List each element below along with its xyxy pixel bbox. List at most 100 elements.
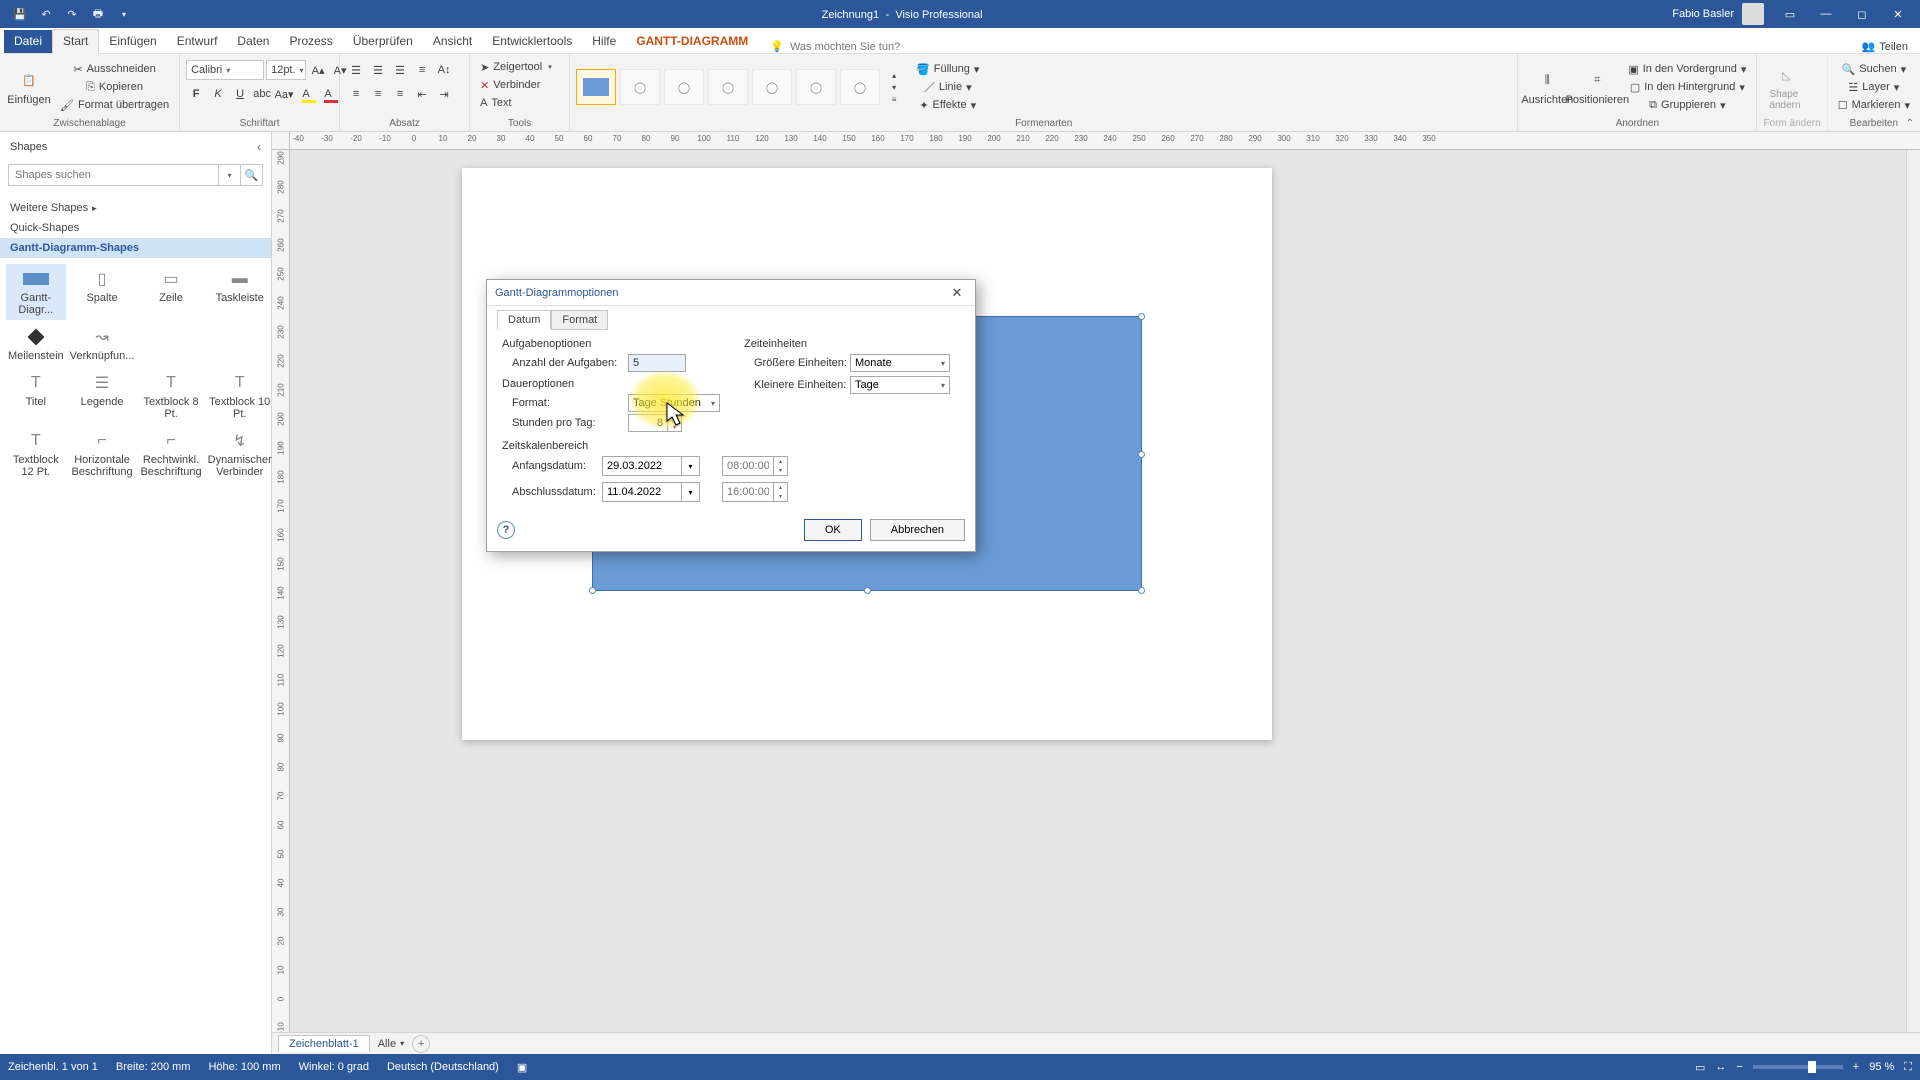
redo-icon[interactable]: ↷ [62,4,82,24]
paste-button[interactable]: 📋 Einfügen [6,58,52,116]
ribbon-options-icon[interactable]: ▭ [1772,0,1808,28]
tab-review[interactable]: Überprüfen [343,30,423,53]
stencil-item[interactable]: ☰Legende [68,368,137,424]
effects-button[interactable]: ✦Effekte▾ [912,96,983,114]
spin-down-icon[interactable]: ▾ [668,423,681,431]
dialog-titlebar[interactable]: Gantt-Diagrammoptionen ✕ [487,280,975,306]
tab-help[interactable]: Hilfe [582,30,626,53]
align-right-icon[interactable]: ≡ [390,84,410,104]
tab-design[interactable]: Entwurf [167,30,228,53]
font-name-combo[interactable]: Calibri▾ [186,60,264,80]
zoom-slider-knob[interactable] [1808,1061,1816,1073]
stencil-item[interactable]: ↯Dynamischer Verbinder [206,426,274,482]
quick-shapes-link[interactable]: Quick-Shapes [0,218,271,238]
indent-decrease-icon[interactable]: ⇤ [412,84,432,104]
search-icon[interactable]: 🔍 [241,164,263,186]
tell-me-search[interactable]: 💡 Was möchten Sie tun? [770,40,900,53]
underline-button[interactable]: U [230,84,250,104]
stencil-item[interactable]: Gantt-Diagr... [6,264,66,320]
stencil-item[interactable]: ↝Verknüpfun... [68,322,137,366]
increase-font-icon[interactable]: A▴ [308,60,328,80]
zoom-level[interactable]: 95 % [1869,1061,1894,1073]
stencil-item[interactable]: ▬Taskleiste [206,264,274,320]
dialog-tab-date[interactable]: Datum [497,310,551,330]
selection-handle[interactable] [1138,451,1145,458]
bullets-icon[interactable]: ≡ [412,60,432,80]
cancel-button[interactable]: Abbrechen [870,519,965,541]
italic-button[interactable]: K [208,84,228,104]
collapse-pane-icon[interactable]: ‹ [257,140,261,154]
strike-button[interactable]: abc [252,84,272,104]
text-tool-button[interactable]: AText [476,94,516,112]
gallery-up-icon[interactable]: ▴ [884,69,904,81]
style-item[interactable]: ◯ [708,69,748,105]
spin-up-icon[interactable]: ▴ [668,415,681,423]
stencil-item[interactable]: Meilenstein [6,322,66,366]
bring-front-button[interactable]: ▣In den Vordergrund▾ [1624,60,1750,78]
stencil-item[interactable]: ⌐Horizontale Beschriftung [68,426,137,482]
share-button[interactable]: 👥 Teilen [1862,40,1908,53]
stencil-item[interactable]: TTitel [6,368,66,424]
group-button[interactable]: ⧉Gruppieren▾ [1624,96,1750,114]
tab-data[interactable]: Daten [227,30,279,53]
minimize-icon[interactable]: — [1808,0,1844,28]
indent-increase-icon[interactable]: ⇥ [434,84,454,104]
spin-down-icon[interactable]: ▾ [774,492,787,501]
stencil-item[interactable]: TTextblock 8 Pt. [138,368,203,424]
presentation-mode-icon[interactable]: ▭ [1695,1061,1705,1074]
connector-tool-button[interactable]: ✕Verbinder [476,76,544,94]
end-time-spinner[interactable]: ▴▾ [774,482,788,502]
selection-handle[interactable] [864,587,871,594]
tab-insert[interactable]: Einfügen [99,30,166,53]
cut-button[interactable]: ✂Ausschneiden [56,60,173,78]
start-time-spinner[interactable]: ▴▾ [774,456,788,476]
stencil-item[interactable]: TTextblock 10 Pt. [206,368,274,424]
style-item[interactable]: ◯ [752,69,792,105]
maximize-icon[interactable]: ◻ [1844,0,1880,28]
zoom-in-icon[interactable]: + [1853,1061,1859,1073]
tab-file[interactable]: Datei [4,30,52,53]
find-button[interactable]: 🔍Suchen▾ [1834,60,1914,78]
date-picker-icon[interactable]: ▾ [682,456,700,476]
position-button[interactable]: ⌗Positionieren [1574,58,1620,116]
save-icon[interactable]: 💾 [10,4,30,24]
fit-page-icon[interactable]: ⛶ [1904,1061,1912,1074]
align-top-icon[interactable]: ☰ [346,60,366,80]
font-size-combo[interactable]: 12pt.▾ [266,60,306,80]
add-page-button[interactable]: + [412,1035,430,1053]
quick-styles-gallery[interactable]: ◯ ◯ ◯ ◯ ◯ ◯ ▴ ▾ ≡ [576,69,904,105]
minor-units-select[interactable]: Tage▾ [850,376,950,394]
align-middle-icon[interactable]: ☰ [368,60,388,80]
page-tab-1[interactable]: Zeichenblatt-1 [278,1035,370,1052]
close-icon[interactable]: ✕ [1880,0,1916,28]
tab-developer[interactable]: Entwicklertools [482,30,582,53]
fill-button[interactable]: 🪣Füllung▾ [912,60,983,78]
vertical-scrollbar[interactable] [1906,150,1920,1040]
help-icon[interactable]: ? [497,521,515,539]
stencil-item[interactable]: ▭Zeile [138,264,203,320]
start-date-input[interactable] [602,456,682,476]
major-units-select[interactable]: Monate▾ [850,354,950,372]
spin-up-icon[interactable]: ▴ [774,483,787,492]
end-time-input[interactable] [722,482,774,502]
line-button[interactable]: ／Linie▾ [912,78,983,96]
align-button[interactable]: ⫼Ausrichten [1524,58,1570,116]
more-shapes-link[interactable]: Weitere Shapes▸ [0,198,271,218]
stencil-item[interactable]: TTextblock 12 Pt. [6,426,66,482]
hours-per-day-input[interactable] [628,414,668,432]
align-left-icon[interactable]: ≡ [346,84,366,104]
spin-down-icon[interactable]: ▾ [774,466,787,475]
page-tab-all[interactable]: Alle▾ [378,1038,404,1050]
dialog-tab-format[interactable]: Format [551,310,608,330]
qat-customize-icon[interactable]: ▾ [114,4,134,24]
layer-button[interactable]: ☱Layer▾ [1834,78,1914,96]
stencil-item[interactable]: ⌐Rechtwinkl. Beschriftung [138,426,203,482]
style-item[interactable]: ◯ [620,69,660,105]
case-button[interactable]: Aa▾ [274,84,294,104]
tab-view[interactable]: Ansicht [423,30,482,53]
zoom-out-icon[interactable]: − [1736,1061,1742,1073]
page-width-icon[interactable]: ↔ [1715,1061,1726,1073]
gallery-down-icon[interactable]: ▾ [884,81,904,93]
end-date-input[interactable] [602,482,682,502]
copy-button[interactable]: ⎘Kopieren [56,78,173,96]
